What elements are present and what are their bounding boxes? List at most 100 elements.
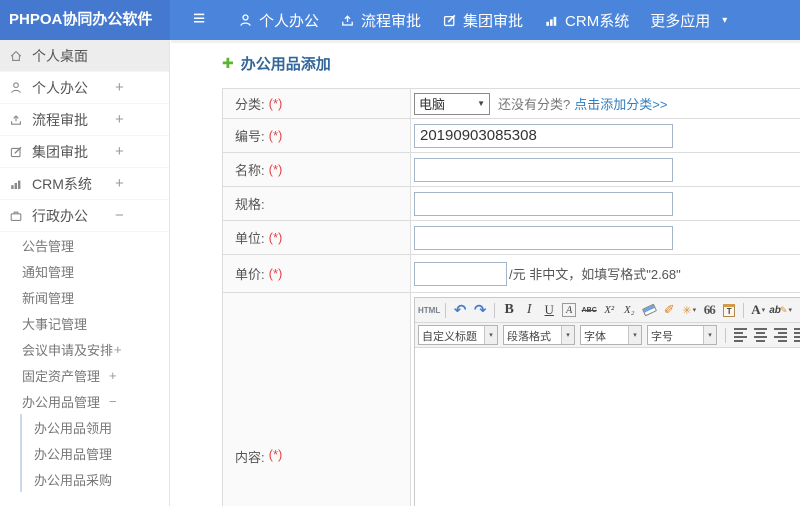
required-mark: (*) [268,266,283,281]
sidebar-item-group-approval[interactable]: 集团审批 + [0,136,169,168]
sidebar-subitem-fixed-assets-mgmt[interactable]: 固定资产管理 + [0,362,169,388]
chevron-down-icon: ▾ [722,14,728,26]
font-family-select[interactable]: 字体 ▾ [580,325,642,345]
custom-heading-select[interactable]: 自定义标题 ▾ [418,325,498,345]
form-row-spec: 规格: [223,187,800,221]
form-row-category: 分类: (*) 电脑 ▼ 还没有分类? 点击添加分类>> [223,89,800,119]
add-icon: ✚ [222,55,234,71]
strikethrough-button[interactable]: ABC [580,300,598,320]
font-style-button[interactable]: A [560,300,578,320]
sidebar-subsubitem-supplies-claim[interactable]: 办公用品领用 [22,414,169,440]
bold-button[interactable]: B [500,300,518,320]
paragraph-format-select[interactable]: 段落格式 ▾ [503,325,575,345]
page-title: ✚ 办公用品添加 [222,55,331,73]
sidebar-subsub-group: 办公用品领用 办公用品管理 办公用品采购 [20,414,169,492]
price-input[interactable] [414,261,507,286]
align-left-icon[interactable] [731,325,749,345]
code-input[interactable] [414,123,673,148]
expand-icon[interactable]: + [115,136,124,167]
align-center-icon[interactable] [751,325,769,345]
chevron-down-icon: ▾ [703,326,716,344]
required-mark: (*) [268,447,283,462]
html-source-button[interactable]: HTML [418,300,440,320]
chevron-down-icon: ▾ [628,326,641,344]
form-row-name: 名称: (*) [223,153,800,187]
editor-toolbar-top: HTML ↶ ↷ B I U A ABC X² X₂ ✐ ✳ ▾ 66 T A … [415,298,800,323]
form-row-unit: 单位: (*) [223,221,800,255]
sidebar-subitem-events-mgmt[interactable]: 大事记管理 [0,310,169,336]
expand-icon[interactable]: + [115,104,124,135]
editor-content-area[interactable] [415,348,800,506]
superscript-button[interactable]: X² [600,300,618,320]
required-mark: (*) [268,230,283,245]
select-arrow-icon: ▼ [477,99,485,108]
collapse-icon[interactable]: − [109,394,117,409]
format-brush-icon[interactable]: ✐ [660,300,678,320]
sidebar-subsubitem-supplies-purchase[interactable]: 办公用品采购 [22,466,169,492]
hamburger-menu-icon[interactable]: ≡ [193,0,205,40]
sidebar-subitem-announcement-mgmt[interactable]: 公告管理 [0,232,169,258]
nav-more-apps[interactable]: 更多应用 ▾ [650,10,727,31]
app-logo: PHPOA协同办公软件 [0,0,170,40]
sidebar-subitem-meeting-mgmt[interactable]: 会议申请及安排 + [0,336,169,362]
font-size-select[interactable]: 字号 ▾ [647,325,717,345]
toolbar-separator [445,302,447,318]
sidebar-subsubitem-supplies-manage[interactable]: 办公用品管理 [22,440,169,466]
chevron-down-icon: ▾ [692,307,697,314]
top-nav-menu: 个人办公 流程审批 集团审批 CRM系统 更多应用 ▾ [238,0,727,40]
redo-icon[interactable]: ↷ [471,300,489,320]
chart-icon [9,177,23,191]
expand-icon[interactable]: + [109,368,117,383]
sidebar-item-crm-system[interactable]: CRM系统 + [0,168,169,200]
subscript-button[interactable]: X₂ [620,300,638,320]
navbar-shadow [171,40,800,43]
pen-icon: ✎ [779,304,788,315]
nav-personal-office[interactable]: 个人办公 [238,10,319,31]
sidebar-item-personal-office[interactable]: 个人办公 + [0,72,169,104]
sidebar-subitem-office-supplies-mgmt[interactable]: 办公用品管理 − [0,388,169,414]
paste-icon[interactable]: T [720,300,738,320]
nav-crm-system[interactable]: CRM系统 [544,10,629,31]
undo-icon[interactable]: ↶ [451,300,469,320]
add-category-link[interactable]: 点击添加分类>> [574,94,667,113]
sidebar-item-personal-desktop[interactable]: 个人桌面 [0,40,169,72]
user-icon [238,13,253,28]
blockquote-button[interactable]: 66 [700,300,718,320]
align-right-icon[interactable] [771,325,789,345]
chart-icon [544,13,559,28]
expand-icon[interactable]: + [115,168,124,199]
sidebar-item-admin-office[interactable]: 行政办公 − [0,200,169,232]
chevron-down-icon: ▾ [761,307,766,314]
italic-button[interactable]: I [520,300,538,320]
rich-text-editor: HTML ↶ ↷ B I U A ABC X² X₂ ✐ ✳ ▾ 66 T A … [414,297,800,506]
flow-icon [9,113,23,127]
nav-workflow-approval[interactable]: 流程审批 [340,10,421,31]
chevron-down-icon: ▾ [788,307,792,314]
eraser-icon[interactable] [640,300,658,320]
supplies-add-form: 分类: (*) 电脑 ▼ 还没有分类? 点击添加分类>> 编号: (*) 201… [222,88,800,506]
nav-group-approval[interactable]: 集团审批 [442,10,523,31]
home-icon [9,49,23,63]
highlight-color-button[interactable]: ab ✎ ▾ [769,300,792,320]
underline-button[interactable]: U [540,300,558,320]
font-color-button[interactable]: A ▾ [749,300,767,320]
unit-input[interactable] [414,225,673,250]
collapse-icon[interactable]: − [115,200,124,231]
chevron-down-icon: ▾ [484,326,497,344]
expand-icon[interactable]: + [115,72,124,103]
align-justify-icon[interactable] [791,325,800,345]
category-select[interactable]: 电脑 ▼ [414,92,490,115]
edit-icon [442,13,457,28]
toolbar-separator [743,302,745,318]
sidebar-subitem-notice-mgmt[interactable]: 通知管理 [0,258,169,284]
editor-toolbar-bottom: 自定义标题▾ 段落格式▾ 字体▾ 字号▾ ∞ [415,323,800,348]
expand-icon[interactable]: + [114,342,122,357]
required-mark: (*) [268,128,283,143]
spec-input[interactable] [414,191,673,216]
sidebar-subitem-news-mgmt[interactable]: 新闻管理 [0,284,169,310]
code-label: 编号: [235,129,265,144]
main-content: ✚ 办公用品添加 分类: (*) 电脑 ▼ 还没有分类? 点击添加分类>> 编号… [171,40,800,506]
paint-format-icon[interactable]: ✳ ▾ [680,300,698,320]
sidebar-item-workflow-approval[interactable]: 流程审批 + [0,104,169,136]
name-input[interactable] [414,157,673,182]
